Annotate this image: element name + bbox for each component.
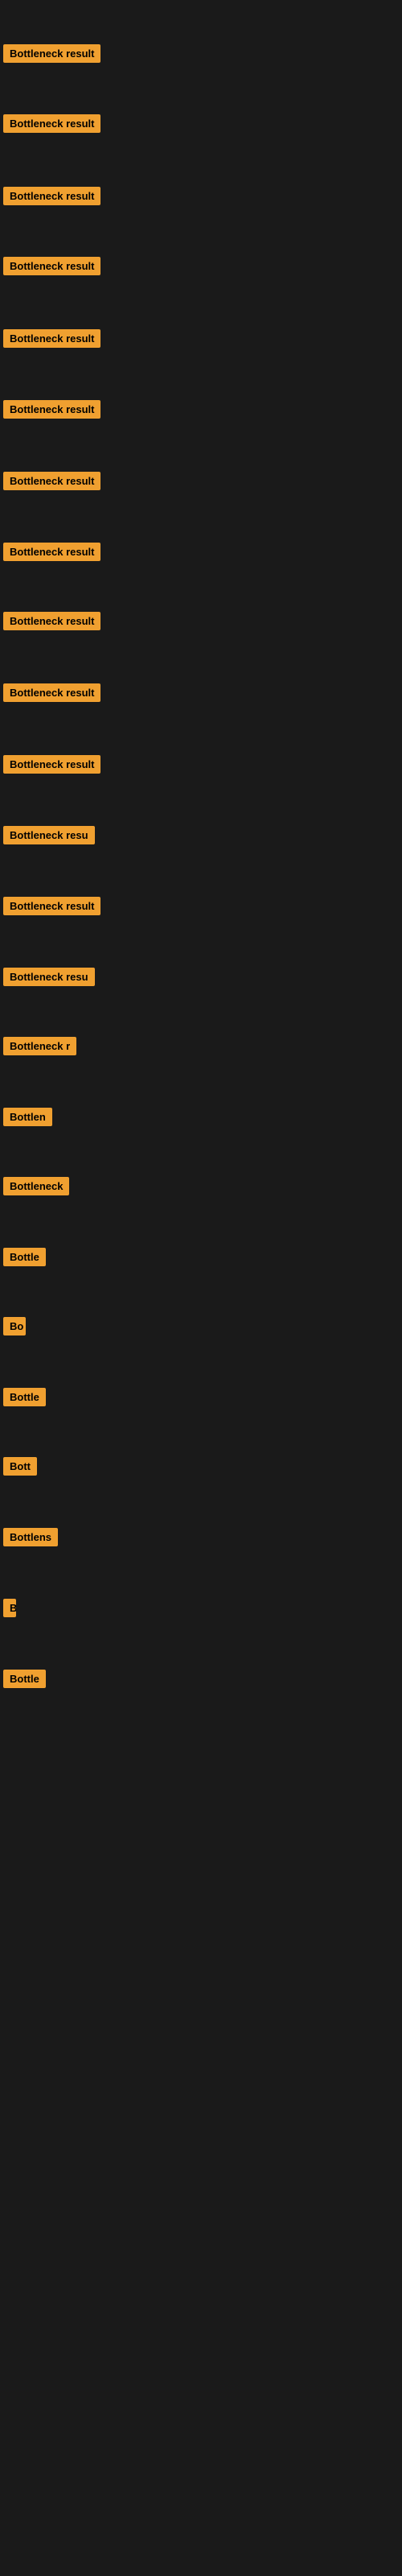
result-row-1: Bottleneck result (0, 43, 104, 68)
bottleneck-badge-16[interactable]: Bottlen (3, 1108, 52, 1126)
bottleneck-badge-18[interactable]: Bottle (3, 1248, 46, 1266)
bottleneck-badge-6[interactable]: Bottleneck result (3, 400, 100, 419)
bottleneck-badge-3[interactable]: Bottleneck result (3, 187, 100, 205)
bottleneck-badge-17[interactable]: Bottleneck (3, 1177, 69, 1195)
bottleneck-badge-8[interactable]: Bottleneck result (3, 543, 100, 561)
result-row-19: Bo (0, 1315, 29, 1341)
result-row-24: Bottle (0, 1668, 49, 1694)
result-row-6: Bottleneck result (0, 398, 104, 424)
bottleneck-badge-1[interactable]: Bottleneck result (3, 44, 100, 63)
result-row-2: Bottleneck result (0, 113, 104, 138)
result-row-20: Bottle (0, 1386, 49, 1412)
bottleneck-badge-12[interactable]: Bottleneck resu (3, 826, 95, 844)
result-row-23: B (0, 1597, 19, 1623)
result-row-7: Bottleneck result (0, 470, 104, 496)
result-row-14: Bottleneck resu (0, 966, 98, 992)
bottleneck-badge-4[interactable]: Bottleneck result (3, 257, 100, 275)
bottleneck-badge-24[interactable]: Bottle (3, 1670, 46, 1688)
bottleneck-badge-2[interactable]: Bottleneck result (3, 114, 100, 133)
bottleneck-badge-10[interactable]: Bottleneck result (3, 683, 100, 702)
site-title (0, 0, 402, 13)
result-row-21: Bott (0, 1455, 40, 1481)
bottleneck-badge-22[interactable]: Bottlens (3, 1528, 58, 1546)
result-row-5: Bottleneck result (0, 328, 104, 353)
bottleneck-badge-13[interactable]: Bottleneck result (3, 897, 100, 915)
bottleneck-badge-14[interactable]: Bottleneck resu (3, 968, 95, 986)
result-row-16: Bottlen (0, 1106, 55, 1132)
result-row-3: Bottleneck result (0, 185, 104, 211)
result-row-18: Bottle (0, 1246, 49, 1272)
result-row-15: Bottleneck r (0, 1035, 80, 1061)
result-row-4: Bottleneck result (0, 255, 104, 281)
bottleneck-badge-11[interactable]: Bottleneck result (3, 755, 100, 774)
bottleneck-badge-21[interactable]: Bott (3, 1457, 37, 1476)
result-row-10: Bottleneck result (0, 682, 104, 708)
bottleneck-badge-23[interactable]: B (3, 1599, 16, 1617)
bottleneck-badge-15[interactable]: Bottleneck r (3, 1037, 76, 1055)
bottleneck-badge-19[interactable]: Bo (3, 1317, 26, 1335)
result-row-11: Bottleneck result (0, 753, 104, 779)
bottleneck-badge-5[interactable]: Bottleneck result (3, 329, 100, 348)
result-row-17: Bottleneck (0, 1175, 72, 1201)
bottleneck-badge-9[interactable]: Bottleneck result (3, 612, 100, 630)
result-row-9: Bottleneck result (0, 610, 104, 636)
bottleneck-badge-7[interactable]: Bottleneck result (3, 472, 100, 490)
result-row-8: Bottleneck result (0, 541, 104, 567)
result-row-12: Bottleneck resu (0, 824, 98, 850)
result-row-13: Bottleneck result (0, 895, 104, 921)
bottleneck-badge-20[interactable]: Bottle (3, 1388, 46, 1406)
result-row-22: Bottlens (0, 1526, 61, 1552)
